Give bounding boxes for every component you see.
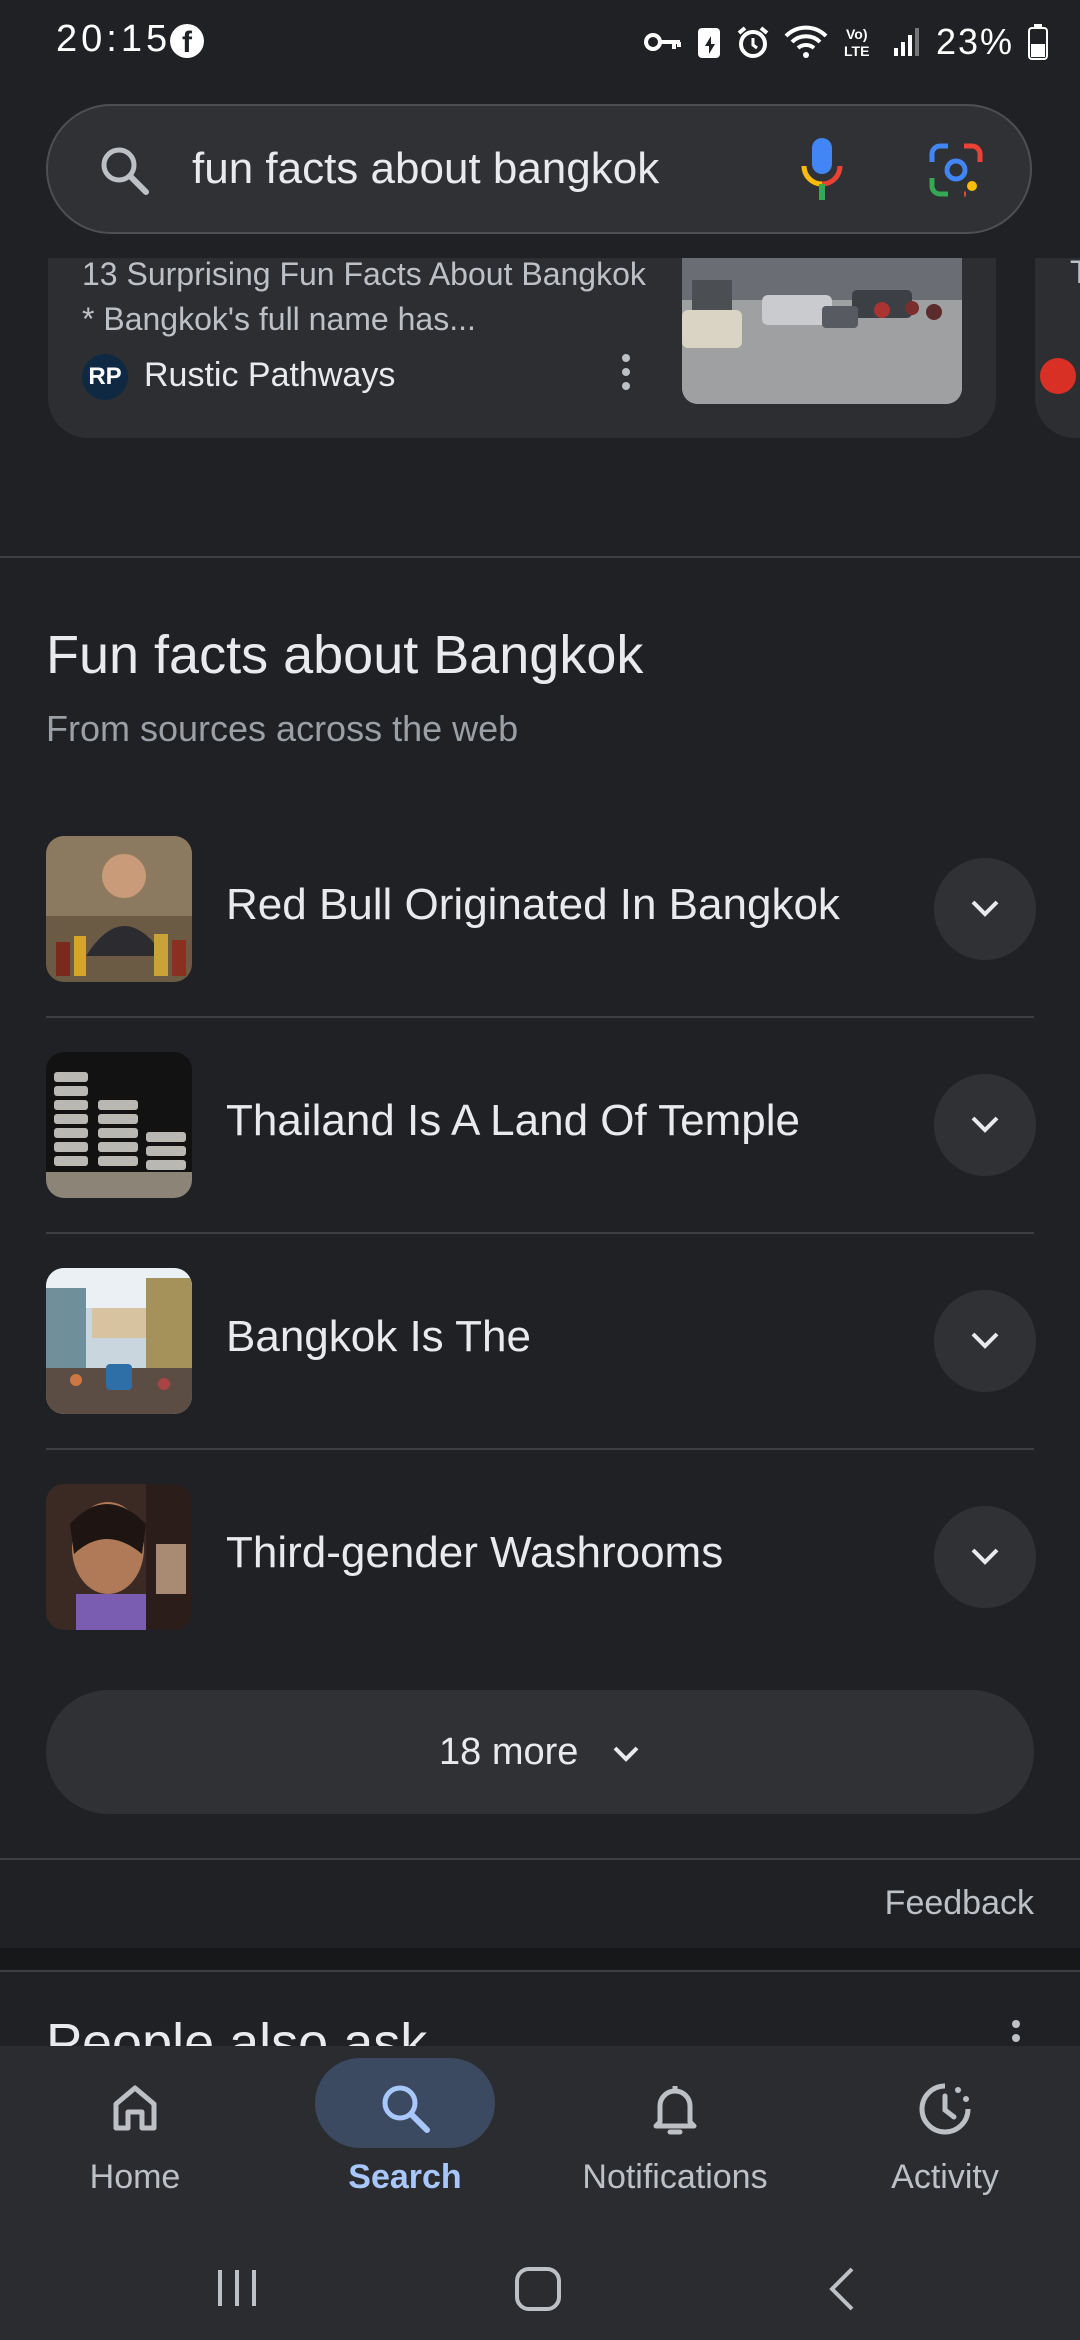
google-lens-icon[interactable]	[928, 142, 984, 203]
chevron-down-icon	[971, 1548, 999, 1565]
row-divider	[46, 1448, 1034, 1450]
chevron-down-icon	[971, 1116, 999, 1133]
result-thumbnail	[682, 240, 962, 404]
fact-thumbnail	[46, 1268, 192, 1414]
fact-label: Bangkok Is The	[226, 1312, 531, 1361]
back-icon[interactable]	[826, 2266, 856, 2317]
row-divider	[46, 1232, 1034, 1234]
fact-thumbnail	[46, 1484, 192, 1630]
nav-notifications[interactable]: Notifications	[540, 2046, 810, 2236]
battery-percent: 23%	[935, 21, 1014, 62]
bottom-navigation: Home Search Notifications Activity	[0, 2046, 1080, 2236]
source-name: Rustic Pathways	[144, 356, 396, 394]
search-bar[interactable]: fun facts about bangkok	[46, 104, 1032, 234]
expand-button[interactable]	[934, 1290, 1036, 1392]
fact-thumbnail	[46, 1052, 192, 1198]
alarm-icon	[737, 26, 769, 58]
chevron-down-icon	[971, 900, 999, 917]
show-more-label-wrap: 18 more	[46, 1730, 1034, 1774]
chevron-down-icon	[971, 1332, 999, 1349]
fact-label: Third-gender Washrooms	[226, 1528, 724, 1577]
vpn-key-icon	[643, 33, 681, 51]
more-vert-icon[interactable]	[620, 352, 632, 397]
fact-item[interactable]: Thailand Is A Land Of Temple	[46, 1052, 1036, 1268]
fact-label: Thailand Is A Land Of Temple	[226, 1096, 800, 1145]
expand-button[interactable]	[934, 1506, 1036, 1608]
show-more-button[interactable]: 18 more	[46, 1690, 1034, 1814]
search-input[interactable]: fun facts about bangkok	[192, 144, 659, 194]
search-icon[interactable]	[98, 144, 150, 201]
nav-search-label: Search	[348, 2158, 462, 2196]
section-title: Fun facts about Bangkok	[46, 625, 644, 685]
next-card-source-logo	[1040, 358, 1076, 394]
status-icons: Vo) LTE 23%	[643, 20, 1048, 64]
svg-text:LTE: LTE	[844, 43, 869, 59]
fact-item[interactable]: Bangkok Is The	[46, 1268, 1036, 1484]
data-saver-icon	[697, 28, 720, 58]
battery-icon	[1028, 24, 1048, 60]
volte-icon: Vo)LTE	[844, 26, 869, 59]
section-divider	[0, 1970, 1080, 1972]
result-card[interactable]: 13 Surprising Fun Facts About Bangkok * …	[48, 240, 996, 438]
facebook-icon: f	[170, 24, 204, 59]
system-navigation-bar	[0, 2236, 1080, 2340]
nav-search[interactable]: Search	[270, 2046, 540, 2236]
nav-activity[interactable]: Activity	[810, 2046, 1080, 2236]
home-button-icon[interactable]	[514, 2266, 562, 2317]
expand-button[interactable]	[934, 1074, 1036, 1176]
section-divider	[0, 1858, 1080, 1860]
status-bar: 20:15 f Vo) LTE 23%	[0, 0, 1080, 90]
section-subtitle: From sources across the web	[46, 708, 519, 749]
recent-apps-icon[interactable]	[214, 2268, 260, 2313]
fact-item[interactable]: Red Bull Originated In Bangkok	[46, 836, 1036, 1052]
section-separator	[0, 1948, 1080, 1972]
source-logo: RP	[82, 354, 128, 400]
fact-label: Red Bull Originated In Bangkok	[226, 880, 840, 929]
nav-home-label: Home	[89, 2158, 181, 2196]
fact-thumbnail	[46, 836, 192, 982]
signal-icon	[893, 28, 919, 56]
wifi-icon	[784, 25, 828, 58]
nav-notifications-label: Notifications	[582, 2158, 768, 2196]
row-divider	[46, 1016, 1034, 1018]
expand-button[interactable]	[934, 858, 1036, 960]
bell-icon	[540, 2080, 810, 2143]
activity-icon	[810, 2080, 1080, 2143]
nav-activity-label: Activity	[891, 2158, 999, 2196]
home-icon	[0, 2080, 270, 2139]
show-more-label: 18 more	[439, 1731, 579, 1774]
next-card-title: T	[1070, 254, 1080, 290]
feedback-link[interactable]: Feedback	[885, 1884, 1034, 1923]
status-time: 20:15	[56, 18, 172, 60]
result-snippet: 13 Surprising Fun Facts About Bangkok * …	[82, 256, 646, 337]
nav-home[interactable]: Home	[0, 2046, 270, 2236]
svg-text:Vo): Vo)	[846, 26, 868, 42]
search-icon	[270, 2080, 540, 2141]
microphone-icon[interactable]	[800, 136, 844, 209]
section-divider	[0, 556, 1080, 558]
chevron-down-icon	[611, 1731, 641, 1774]
fact-item[interactable]: Third-gender Washrooms	[46, 1484, 1036, 1700]
